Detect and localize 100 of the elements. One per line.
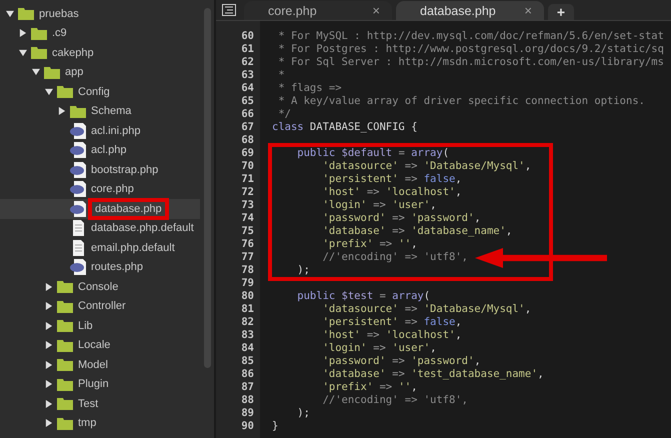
line-number: 74 xyxy=(240,212,255,225)
caret-right-icon[interactable] xyxy=(45,341,53,350)
caret-down-icon[interactable] xyxy=(45,88,53,96)
file-name: Lib xyxy=(77,318,94,333)
code-line: } xyxy=(272,420,280,433)
line-number: 86 xyxy=(240,368,255,381)
line-number: 77 xyxy=(240,251,255,264)
menu-icon[interactable] xyxy=(222,4,236,16)
tree-row[interactable]: bootstrap.php xyxy=(0,160,200,180)
tree-row[interactable]: email.php.default xyxy=(0,238,200,258)
tree-row[interactable]: tmp xyxy=(0,414,200,433)
caret-right-icon[interactable] xyxy=(45,322,53,330)
code-line: 'persistent' => false, xyxy=(322,173,463,186)
code-line: 'password' => 'password', xyxy=(322,355,482,368)
file-name: acl.php xyxy=(90,143,128,158)
code-line: //'encoding' => 'utf8', xyxy=(322,394,469,407)
caret-right-icon[interactable] xyxy=(45,380,53,388)
php-file-icon xyxy=(70,259,86,276)
code-line: public $default = array( xyxy=(296,147,450,160)
code-line: ); xyxy=(296,407,311,420)
file-name: bootstrap.php xyxy=(90,162,160,177)
caret-right-icon[interactable] xyxy=(19,29,27,38)
folder-icon xyxy=(57,416,73,430)
tree-row[interactable]: Model xyxy=(0,355,200,374)
tree-row[interactable]: .c9 xyxy=(0,24,200,43)
line-number: 60 xyxy=(240,30,255,43)
code-line: 'datasource' => 'Database/Mysql', xyxy=(322,303,532,316)
line-number: 61 xyxy=(240,43,255,56)
editor-tab[interactable]: database.php × xyxy=(396,1,544,20)
line-number: 79 xyxy=(240,277,255,290)
code-line: * flags => xyxy=(277,82,343,95)
file-name: Model xyxy=(77,358,109,372)
tree-row[interactable]: Test xyxy=(0,394,200,414)
tree-row[interactable]: Config xyxy=(0,82,200,102)
code-line: public $test = array( xyxy=(296,290,432,303)
caret-right-icon[interactable] xyxy=(45,282,53,291)
code-line: 'prefix' => '', xyxy=(322,381,418,394)
code-line: * A key/value array of driver specific connection options. xyxy=(277,95,646,108)
folder-icon xyxy=(70,104,86,118)
line-number: 75 xyxy=(240,225,255,238)
file-name: Console xyxy=(77,280,120,294)
tree-row[interactable]: Locale xyxy=(0,336,200,355)
caret-right-icon[interactable] xyxy=(45,302,53,310)
caret-right-icon[interactable] xyxy=(58,107,66,116)
code-line: */ xyxy=(277,108,292,121)
line-number: 81 xyxy=(240,303,255,316)
file-name: app xyxy=(64,65,84,80)
line-number: 62 xyxy=(240,56,255,69)
tree-row[interactable]: acl.ini.php xyxy=(0,121,200,140)
tree-row[interactable]: Schema xyxy=(0,102,200,121)
file-name: Plugin xyxy=(77,377,110,392)
tree-row[interactable]: cakephp xyxy=(0,43,200,62)
file-name: tmp xyxy=(77,416,98,430)
tree-row[interactable]: acl.php xyxy=(0,140,200,160)
tree-row[interactable]: Lib xyxy=(0,316,200,336)
text-file-icon xyxy=(70,220,86,236)
folder-icon xyxy=(57,338,73,352)
close-button[interactable]: × xyxy=(524,3,532,18)
code-line: 'host' => 'localhost', xyxy=(322,186,463,199)
tree-row[interactable]: database.php xyxy=(0,199,200,218)
file-name: routes.php xyxy=(90,260,144,274)
caret-right-icon[interactable] xyxy=(45,360,53,369)
tree-row[interactable]: Console xyxy=(0,277,200,296)
caret-right-icon[interactable] xyxy=(45,419,53,428)
tree-row[interactable]: Plugin xyxy=(0,374,200,394)
line-number: 78 xyxy=(240,264,255,277)
folder-icon xyxy=(18,7,34,20)
line-number: 76 xyxy=(240,238,255,251)
line-number: 89 xyxy=(240,407,255,420)
folder-icon xyxy=(57,319,73,332)
tree-row[interactable]: routes.php xyxy=(0,258,200,277)
file-name: Controller xyxy=(77,299,127,314)
php-file-icon xyxy=(70,162,86,178)
tree-row[interactable]: app xyxy=(0,62,200,82)
file-name: pruebas xyxy=(38,6,80,21)
new-tab-button[interactable]: + xyxy=(548,4,574,20)
line-number: 71 xyxy=(240,173,255,186)
caret-right-icon[interactable] xyxy=(45,400,53,408)
code-line: 'password' => 'password', xyxy=(322,212,482,225)
caret-down-icon[interactable] xyxy=(32,68,40,76)
close-button[interactable]: × xyxy=(372,3,380,18)
editor-tab[interactable]: core.php × xyxy=(244,1,392,20)
folder-icon xyxy=(57,358,73,372)
folder-icon xyxy=(31,46,47,60)
code-line: 'prefix' => '', xyxy=(322,238,418,251)
tree-row[interactable]: database.php.default xyxy=(0,218,200,238)
tab-label: core.php xyxy=(268,4,317,18)
caret-down-icon[interactable] xyxy=(6,10,14,18)
tree-row[interactable]: core.php xyxy=(0,180,200,199)
line-number: 88 xyxy=(240,394,255,407)
file-name: Config xyxy=(77,84,111,99)
line-number: 72 xyxy=(240,186,255,199)
caret-down-icon[interactable] xyxy=(19,48,27,57)
code-line: 'database' => 'database_name', xyxy=(322,225,514,238)
line-number: 66 xyxy=(240,108,255,121)
file-name: acl.ini.php xyxy=(90,124,142,138)
tree-row[interactable]: pruebas xyxy=(0,4,200,24)
code-line: 'host' => 'localhost', xyxy=(322,329,463,342)
code-line: 'persistent' => false, xyxy=(322,316,463,329)
tree-row[interactable]: Controller xyxy=(0,296,200,316)
